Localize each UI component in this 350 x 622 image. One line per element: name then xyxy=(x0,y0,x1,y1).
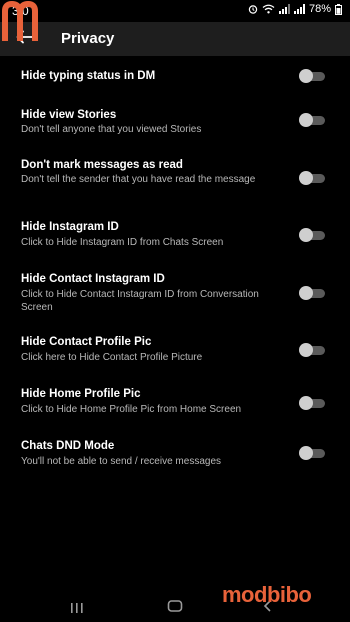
watermark-logo xyxy=(1,1,43,43)
setting-title: Hide Contact Profile Pic xyxy=(21,336,152,348)
setting-title: Hide Contact Instagram ID xyxy=(21,273,165,285)
setting-hide-home-profile-pic[interactable]: Hide Home Profile Pic Click to Hide Home… xyxy=(0,383,350,423)
setting-description: Don't tell anyone that you viewed Storie… xyxy=(21,124,202,135)
toggle-switch[interactable] xyxy=(299,343,327,357)
battery-percent: 78% xyxy=(308,3,331,15)
signal-icon-2 xyxy=(293,4,305,14)
toggle-thumb xyxy=(299,228,313,242)
toggle-thumb xyxy=(299,396,313,410)
home-icon[interactable] xyxy=(167,599,183,612)
status-bar: 3:0 78% xyxy=(0,0,350,22)
setting-title: Chats DND Mode xyxy=(21,440,115,452)
toggle-thumb xyxy=(299,69,313,83)
setting-hide-instagram-id[interactable]: Hide Instagram ID Click to Hide Instagra… xyxy=(0,216,350,256)
toggle-switch[interactable] xyxy=(299,69,327,83)
battery-icon xyxy=(335,3,342,15)
toggle-thumb xyxy=(299,113,313,127)
alarm-icon xyxy=(248,4,258,14)
setting-dont-mark-read[interactable]: Don't mark messages as read Don't tell t… xyxy=(0,154,350,208)
toggle-switch[interactable] xyxy=(299,286,327,300)
toggle-switch[interactable] xyxy=(299,396,327,410)
setting-title: Don't mark messages as read xyxy=(21,159,183,171)
app-bar: Privacy xyxy=(0,22,350,56)
toggle-thumb xyxy=(299,343,313,357)
page-title: Privacy xyxy=(61,30,115,47)
setting-hide-contact-profile-pic[interactable]: Hide Contact Profile Pic Click here to H… xyxy=(0,331,350,371)
setting-chats-dnd-mode[interactable]: Chats DND Mode You'll not be able to sen… xyxy=(0,435,350,475)
setting-description: Click to Hide Contact Instagram ID from … xyxy=(21,289,259,313)
setting-description: Click here to Hide Contact Profile Pictu… xyxy=(21,352,203,363)
setting-title: Hide Home Profile Pic xyxy=(21,388,141,400)
toggle-switch[interactable] xyxy=(299,446,327,460)
setting-title: Hide view Stories xyxy=(21,109,117,121)
status-icons: 78% xyxy=(248,3,342,15)
setting-hide-view-stories[interactable]: Hide view Stories Don't tell anyone that… xyxy=(0,104,350,144)
toggle-switch[interactable] xyxy=(299,171,327,185)
setting-hide-contact-instagram-id[interactable]: Hide Contact Instagram ID Click to Hide … xyxy=(0,268,350,322)
setting-description: You'll not be able to send / receive mes… xyxy=(21,456,221,467)
toggle-switch[interactable] xyxy=(299,113,327,127)
setting-title: Hide Instagram ID xyxy=(21,221,119,233)
setting-hide-typing-status[interactable]: Hide typing status in DM xyxy=(0,64,350,94)
watermark-brand: modbibo xyxy=(222,582,312,607)
toggle-thumb xyxy=(299,171,313,185)
setting-description: Click to Hide Instagram ID from Chats Sc… xyxy=(21,237,224,248)
toggle-thumb xyxy=(299,446,313,460)
signal-icon xyxy=(278,4,290,14)
setting-description: Click to Hide Home Profile Pic from Home… xyxy=(21,404,242,415)
wifi-icon xyxy=(262,4,275,14)
toggle-thumb xyxy=(299,286,313,300)
setting-description: Don't tell the sender that you have read… xyxy=(21,174,256,185)
recent-apps-icon[interactable] xyxy=(69,600,85,613)
setting-title: Hide typing status in DM xyxy=(21,70,156,82)
toggle-switch[interactable] xyxy=(299,228,327,242)
